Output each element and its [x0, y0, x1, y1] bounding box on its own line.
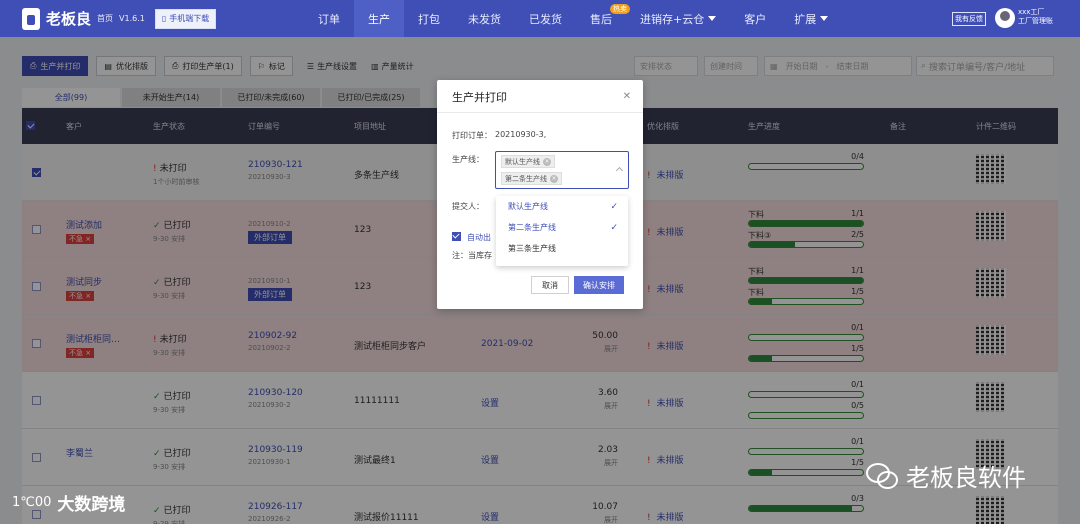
- nav-item-label: 售后: [590, 12, 612, 26]
- dropdown-option-2[interactable]: 第三条生产线: [496, 238, 628, 259]
- phone-icon: ▯: [161, 14, 167, 23]
- nav-item-5[interactable]: 售后 热卖: [576, 0, 630, 37]
- mobile-download-button[interactable]: ▯ 手机端下载: [154, 8, 217, 29]
- nav-item-6[interactable]: 进销存+云仓: [626, 0, 730, 37]
- nav-item-label: 进销存+云仓: [640, 12, 705, 26]
- chip-label: 默认生产线: [505, 157, 540, 166]
- nav-item-4[interactable]: 已发货: [515, 0, 576, 37]
- watermark-right: 老板良软件: [866, 458, 1026, 493]
- dropdown-option-0[interactable]: 默认生产线 ✓: [496, 196, 628, 217]
- mobile-download-label: 手机端下载: [169, 14, 210, 23]
- print-orders-label: 打印订单：: [452, 131, 492, 140]
- print-orders-value: 20210930-3,: [495, 130, 547, 139]
- auto-checkbox[interactable]: [452, 232, 461, 241]
- nav-item-label: 订单: [318, 12, 340, 26]
- nav-item-label: 扩展: [794, 12, 817, 26]
- user-line2: 工厂管理账: [1018, 17, 1053, 25]
- main-nav: 订单 生产 打包 未发货 已发货 售后 热卖 进销存+云仓 客户 扩展: [304, 0, 842, 37]
- wechat-icon: [866, 462, 898, 489]
- version-label: V1.6.1: [119, 14, 145, 23]
- chevron-up-icon: [615, 166, 624, 175]
- close-icon[interactable]: ✕: [623, 91, 631, 102]
- line-label: 生产线：: [452, 155, 484, 164]
- production-line-select[interactable]: 默认生产线 × 第二条生产线 ×: [495, 151, 629, 189]
- nav-item-7[interactable]: 客户: [730, 0, 780, 37]
- submitter-label: 提交人：: [452, 202, 484, 211]
- nav-item-2[interactable]: 打包: [404, 0, 454, 37]
- nav-item-0[interactable]: 订单: [304, 0, 354, 37]
- user-line1: xxx工厂: [1018, 8, 1045, 16]
- dropdown-option-1[interactable]: 第二条生产线 ✓: [496, 217, 628, 238]
- logo-icon: [22, 7, 40, 30]
- chevron-down-icon: [820, 16, 829, 21]
- chip-default-line: 默认生产线 ×: [501, 155, 555, 168]
- feedback-button[interactable]: 我有反馈: [952, 12, 986, 26]
- nav-item-3[interactable]: 未发货: [454, 0, 515, 37]
- avatar[interactable]: [995, 8, 1015, 28]
- chip-label: 第二条生产线: [505, 174, 547, 183]
- watermark-right-text: 老板良软件: [906, 464, 1026, 492]
- chip-remove-icon[interactable]: ×: [543, 157, 551, 166]
- stock-note: 注：当库存: [452, 251, 492, 260]
- nav-item-label: 生产: [368, 12, 390, 26]
- nav-item-label: 未发货: [468, 12, 501, 26]
- dialog-divider: [437, 112, 643, 113]
- dropdown-option-label: 第三条生产线: [508, 244, 556, 253]
- watermark-left: 1℃00 大数跨境: [12, 490, 125, 515]
- home-link[interactable]: 首页: [97, 13, 113, 24]
- nav-item-label: 客户: [744, 12, 767, 26]
- dropdown-option-label: 默认生产线: [508, 202, 548, 211]
- dialog-title: 生产并打印: [452, 91, 507, 104]
- chevron-down-icon: [708, 16, 717, 21]
- auto-label: 自动出: [467, 233, 491, 242]
- chip-remove-icon[interactable]: ×: [550, 174, 558, 183]
- chip-second-line: 第二条生产线 ×: [501, 172, 562, 185]
- nav-item-label: 已发货: [529, 12, 562, 26]
- check-icon: ✓: [610, 201, 618, 212]
- produce-print-dialog: 生产并打印 ✕ 打印订单： 20210930-3, 生产线： 默认生产线 × 第…: [437, 80, 643, 309]
- nav-item-8[interactable]: 扩展: [780, 0, 842, 37]
- confirm-button[interactable]: 确认安排: [574, 276, 624, 294]
- watermark-left-text: 大数跨境: [57, 495, 126, 515]
- check-icon: ✓: [610, 222, 618, 233]
- dropdown-option-label: 第二条生产线: [508, 223, 556, 232]
- nav-item-label: 打包: [418, 12, 440, 26]
- watermark-left-logo: 1℃00: [12, 495, 52, 510]
- logo-text: 老板良: [46, 10, 92, 28]
- brand-logo[interactable]: 老板良 首页 V1.6.1: [22, 7, 145, 30]
- production-line-dropdown: 默认生产线 ✓ 第二条生产线 ✓ 第三条生产线: [496, 196, 628, 266]
- top-nav-bar: 老板良 首页 V1.6.1 ▯ 手机端下载 订单 生产 打包 未发货 已发货 售后 热卖 进销…: [0, 0, 1080, 37]
- nav-item-1[interactable]: 生产: [354, 0, 404, 37]
- cancel-button[interactable]: 取消: [531, 276, 569, 294]
- user-info[interactable]: xxx工厂 工厂管理账: [1018, 8, 1053, 26]
